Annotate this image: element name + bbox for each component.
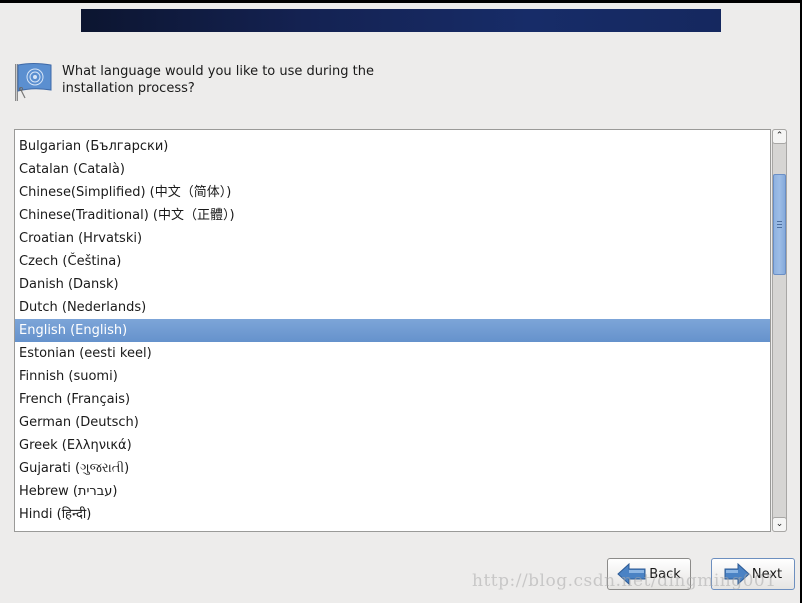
next-button[interactable]: Next <box>711 558 795 590</box>
language-list-item[interactable]: Catalan (Català) <box>15 158 770 181</box>
grip-icon <box>777 221 782 228</box>
list-scrollbar[interactable]: ⌃ ⌄ <box>772 129 787 532</box>
next-button-label: Next <box>751 566 783 582</box>
scroll-up-button[interactable]: ⌃ <box>772 129 787 144</box>
scroll-thumb[interactable] <box>773 174 786 275</box>
language-list-item[interactable]: Gujarati (ગુજરાતી) <box>15 457 770 480</box>
back-button-label: Back <box>649 566 681 582</box>
arrow-right-icon <box>724 563 750 585</box>
language-flag-icon <box>15 63 52 101</box>
language-list-item[interactable]: Chinese(Simplified) (中文（简体）) <box>15 181 770 204</box>
language-list-item[interactable]: Greek (Ελληνικά) <box>15 434 770 457</box>
language-list-item[interactable]: Chinese(Traditional) (中文（正體）) <box>15 204 770 227</box>
language-list-item[interactable]: Finnish (suomi) <box>15 365 770 388</box>
language-list-item[interactable]: Estonian (eesti keel) <box>15 342 770 365</box>
language-list-item[interactable]: English (English) <box>15 319 770 342</box>
language-list-item[interactable]: German (Deutsch) <box>15 411 770 434</box>
arrow-left-icon <box>617 563 646 585</box>
header-banner <box>81 9 721 32</box>
language-list-item[interactable]: Czech (Čeština) <box>15 250 770 273</box>
language-list-item[interactable]: Croatian (Hrvatski) <box>15 227 770 250</box>
scroll-down-button[interactable]: ⌄ <box>772 517 787 532</box>
prompt-question: What language would you like to use duri… <box>62 64 374 96</box>
language-list-item[interactable]: Bulgarian (Български) <box>15 135 770 158</box>
language-list[interactable]: Bulgarian (Български) Catalan (Català) Chi… <box>15 135 770 526</box>
chevron-up-icon: ⌃ <box>775 131 784 141</box>
chevron-down-icon: ⌄ <box>775 519 784 529</box>
language-prompt: What language would you like to use duri… <box>13 60 402 102</box>
installer-window: What language would you like to use duri… <box>0 3 800 603</box>
language-list-item[interactable]: Danish (Dansk) <box>15 273 770 296</box>
language-list-item[interactable]: Hindi (हिन्दी) <box>15 503 770 526</box>
language-list-item[interactable]: Dutch (Nederlands) <box>15 296 770 319</box>
language-list-item[interactable]: Hebrew (עברית) <box>15 480 770 503</box>
language-listbox[interactable]: Bulgarian (Български) Catalan (Català) Chi… <box>14 129 771 532</box>
language-list-item[interactable]: French (Français) <box>15 388 770 411</box>
back-button[interactable]: Back <box>607 558 691 590</box>
